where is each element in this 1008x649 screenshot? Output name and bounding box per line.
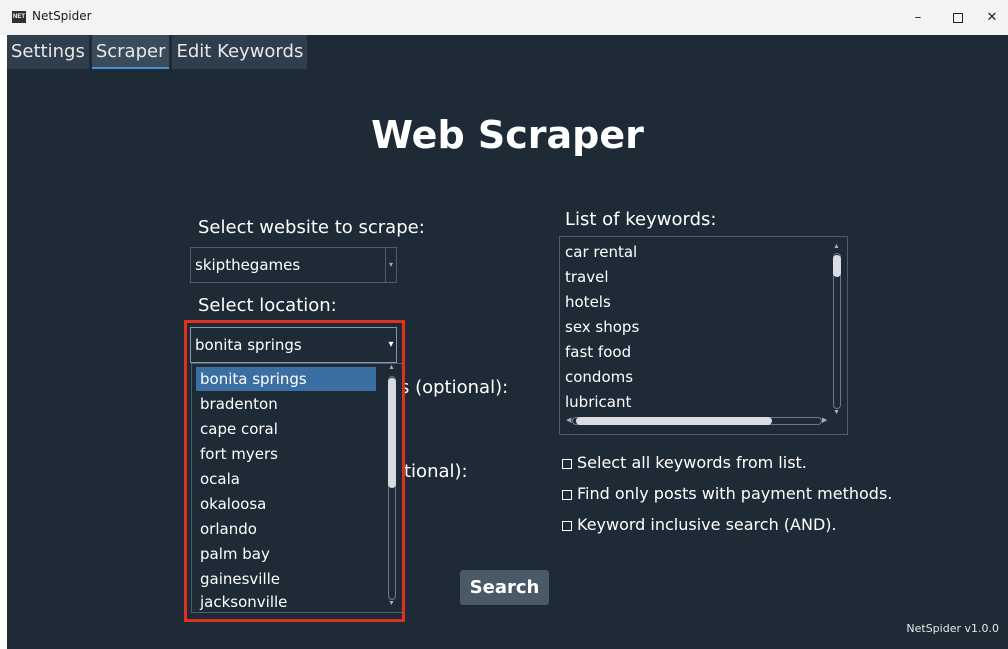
keyword-item[interactable]: car rental	[565, 240, 637, 265]
scrollbar-thumb[interactable]	[833, 255, 841, 277]
search-button[interactable]: Search	[460, 570, 549, 605]
optional-field-label-2: tional):	[404, 461, 468, 482]
checkbox-icon[interactable]	[562, 489, 572, 500]
checkbox-label: Find only posts with payment methods.	[577, 484, 893, 503]
checkbox-icon[interactable]	[562, 458, 572, 469]
keywords-listbox[interactable]: car rental travel hotels sex shops fast …	[559, 236, 848, 435]
app-window: Settings Scraper Edit Keywords Web Scrap…	[7, 35, 1008, 649]
window-title: NetSpider	[32, 9, 92, 23]
website-select-value: skipthegames	[195, 256, 301, 274]
page-title: Web Scraper	[371, 113, 644, 157]
app-logo-icon: NET	[12, 11, 26, 23]
checkbox-label: Select all keywords from list.	[577, 453, 807, 472]
title-bar: NET NetSpider – ✕	[0, 0, 1008, 35]
version-label: NetSpider v1.0.0	[906, 622, 999, 635]
scroll-up-icon[interactable]: ▲	[833, 243, 840, 250]
location-label: Select location:	[198, 295, 337, 316]
keyword-item[interactable]: sex shops	[565, 315, 639, 340]
tab-bar: Settings Scraper Edit Keywords	[7, 35, 310, 71]
chevron-down-icon[interactable]: ▾	[385, 248, 396, 282]
minimize-button[interactable]: –	[903, 6, 933, 30]
scroll-right-icon[interactable]: ▶	[822, 416, 827, 424]
keyword-item[interactable]: fast food	[565, 340, 631, 365]
maximize-icon	[953, 12, 963, 23]
checkbox-inclusive-search[interactable]: Keyword inclusive search (AND).	[562, 515, 837, 534]
keyword-item[interactable]: travel	[565, 265, 609, 290]
optional-field-label-1: s (optional):	[400, 377, 509, 398]
keyword-item[interactable]: hotels	[565, 290, 611, 315]
maximize-button[interactable]	[943, 6, 973, 30]
website-select[interactable]: skipthegames ▾	[190, 247, 397, 283]
keywords-label: List of keywords:	[565, 209, 717, 230]
tab-scraper[interactable]: Scraper	[91, 35, 170, 69]
website-label: Select website to scrape:	[198, 217, 425, 238]
keywords-horizontal-scrollbar[interactable]: ◀ ▶	[566, 415, 827, 427]
checkbox-icon[interactable]	[562, 520, 572, 531]
highlight-box	[184, 320, 405, 622]
keyword-item[interactable]: condoms	[565, 365, 633, 390]
checkbox-payment-methods[interactable]: Find only posts with payment methods.	[562, 484, 892, 503]
checkbox-select-all[interactable]: Select all keywords from list.	[562, 453, 807, 472]
tab-edit-keywords[interactable]: Edit Keywords	[172, 35, 308, 69]
tab-settings[interactable]: Settings	[7, 35, 89, 69]
scroll-down-icon[interactable]: ▼	[833, 409, 840, 416]
scroll-left-icon[interactable]: ◀	[566, 416, 571, 424]
keywords-vertical-scrollbar[interactable]: ▲ ▼	[830, 243, 844, 416]
scrollbar-thumb[interactable]	[576, 417, 772, 425]
checkbox-label: Keyword inclusive search (AND).	[577, 515, 837, 534]
close-button[interactable]: ✕	[977, 6, 1007, 30]
keyword-item[interactable]: lubricant	[565, 390, 631, 415]
